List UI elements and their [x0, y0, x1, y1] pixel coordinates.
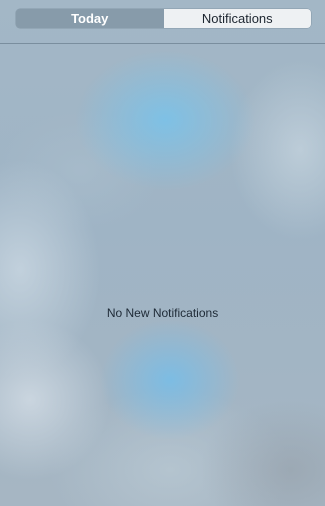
- tab-today-label: Today: [71, 11, 109, 26]
- empty-state-message: No New Notifications: [106, 306, 219, 320]
- view-switcher: Today Notifications: [16, 9, 311, 28]
- notification-center-panel: Today Notifications No New Notifications: [0, 0, 325, 506]
- notification-center-header: Today Notifications: [0, 0, 325, 43]
- tab-notifications[interactable]: Notifications: [163, 9, 311, 28]
- tab-today[interactable]: Today: [16, 9, 164, 28]
- header-divider: [0, 43, 325, 44]
- tab-notifications-label: Notifications: [201, 11, 273, 26]
